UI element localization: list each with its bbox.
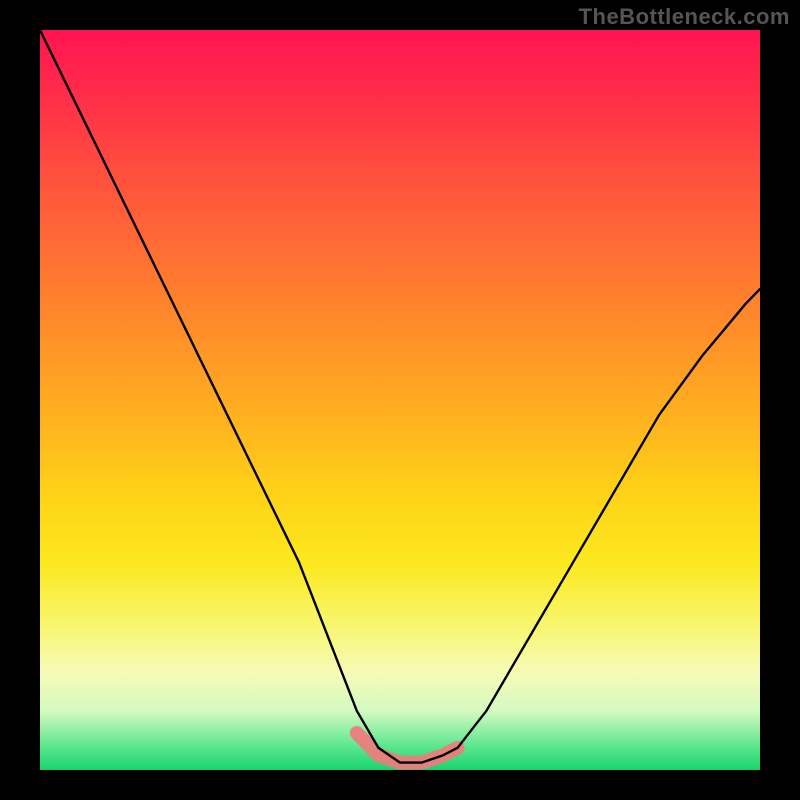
bottleneck-curve <box>40 30 760 763</box>
plot-area <box>40 30 760 770</box>
curve-svg <box>40 30 760 770</box>
watermark-text: TheBottleneck.com <box>579 4 790 30</box>
chart-frame: TheBottleneck.com <box>0 0 800 800</box>
